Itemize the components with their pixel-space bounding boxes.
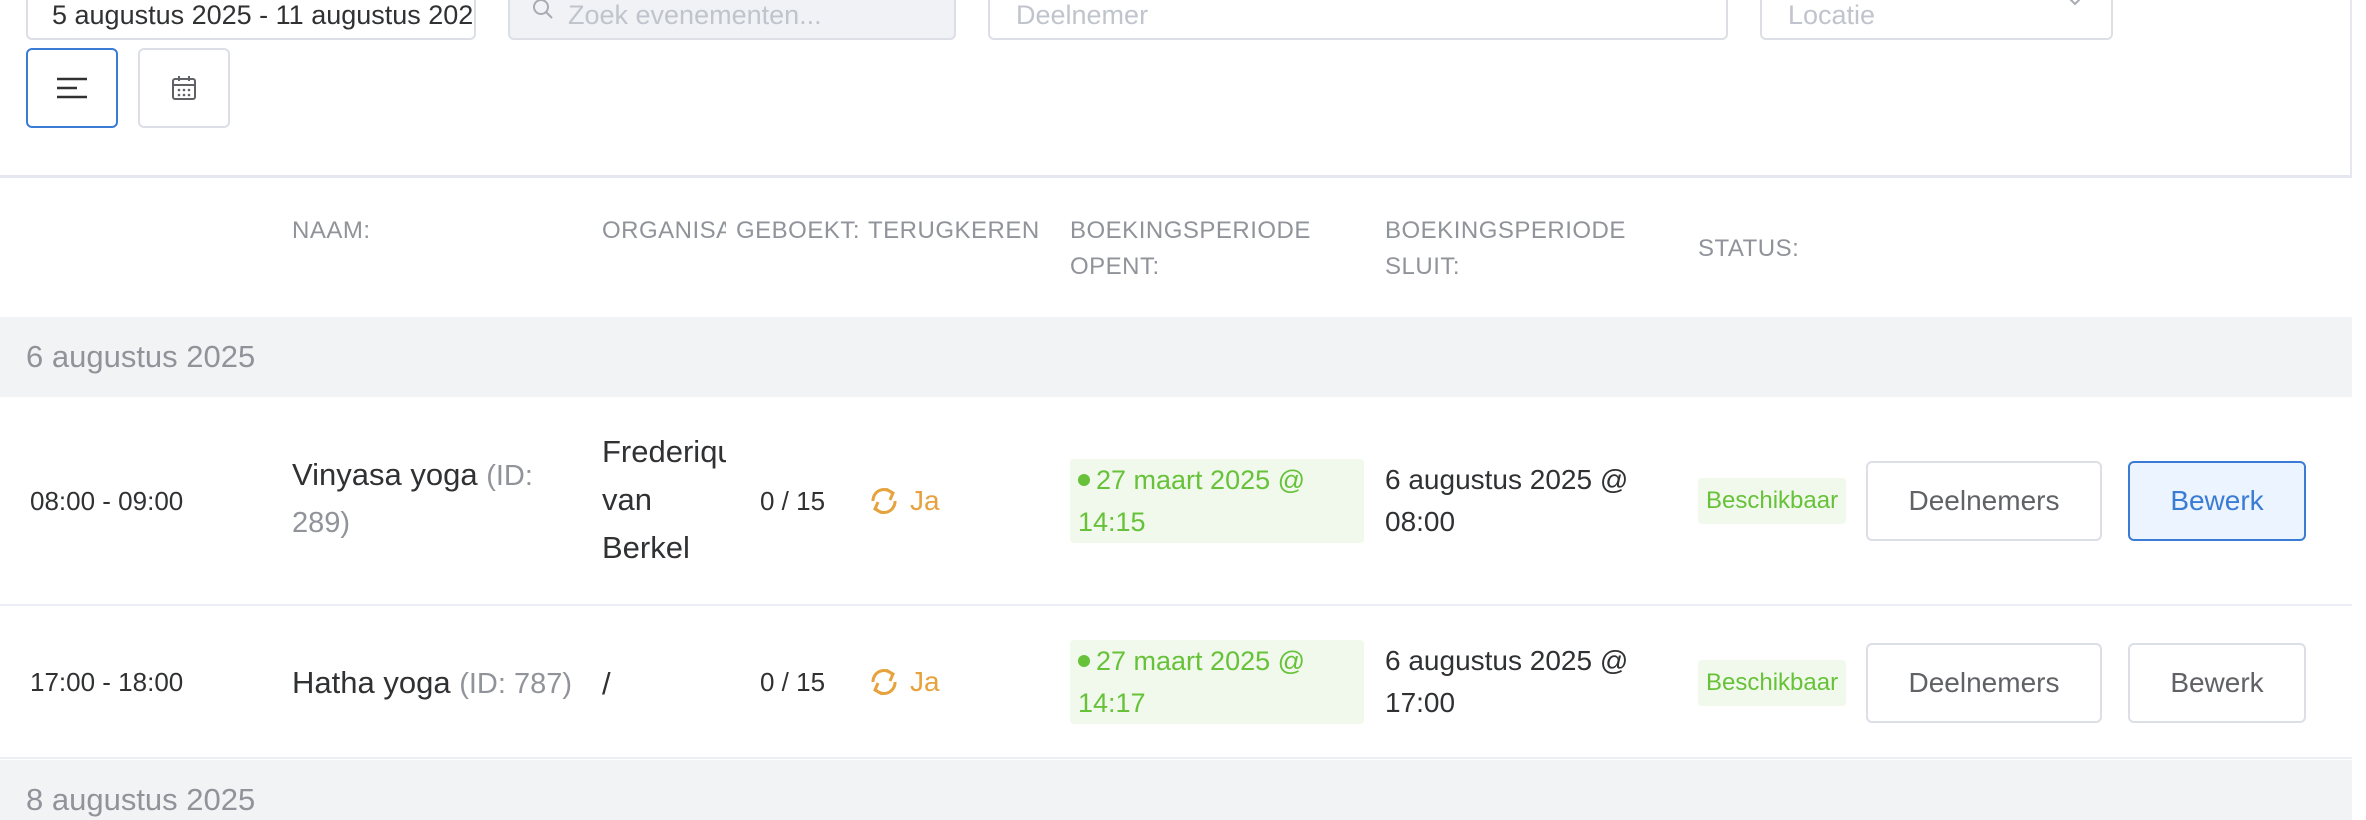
search-input[interactable]: Zoek evenementen... (508, 0, 956, 40)
calendar-view-icon (172, 76, 196, 100)
event-time: 08:00 - 09:00 (30, 486, 184, 516)
status-dot (1078, 473, 1090, 486)
column-name[interactable]: NAAM: (292, 213, 371, 249)
event-id: (ID: 787) (459, 668, 573, 700)
calendar-view-button[interactable] (138, 48, 230, 128)
date-range-picker[interactable]: 5 augustus 2025 - 11 augustus 2025 (26, 0, 476, 40)
edit-button[interactable]: Bewerk (2128, 461, 2306, 541)
event-organizer: / (602, 666, 611, 701)
column-booking-opens-line2: OPENT: (1070, 253, 1160, 280)
booking-opens-text: 27 maart 2025 @ 14:17 (1078, 646, 1306, 718)
event-name: Vinyasa yoga (292, 457, 478, 492)
search-icon (533, 0, 553, 19)
event-booked: 0 / 15 (760, 667, 826, 697)
booking-closes: 6 augustus 2025 @ 17:00 (1385, 645, 1629, 718)
location-placeholder: Locatie (1788, 0, 1876, 30)
column-booking-closes-line1: BOEKINGSPERIODE (1385, 217, 1626, 244)
status-dot (1078, 654, 1090, 667)
participants-button[interactable]: Deelnemers (1866, 643, 2102, 723)
column-recurring[interactable]: TERUGKEREND: (868, 213, 1038, 249)
list-view-button[interactable] (26, 48, 118, 128)
booking-opens-pill: 27 maart 2025 @ 14:17 (1070, 640, 1364, 724)
event-organizer: Frederique van Berkel (602, 434, 726, 565)
location-select[interactable]: Locatie (1760, 0, 2113, 40)
chevron-down-icon (2069, 0, 2081, 6)
event-recurring-label: Ja (910, 485, 940, 516)
column-booked[interactable]: GEBOEKT: (736, 213, 860, 249)
booking-opens-text: 27 maart 2025 @ 14:15 (1078, 465, 1306, 537)
search-placeholder: Zoek evenementen... (568, 0, 822, 30)
event-name-cell: Hatha yoga (ID: 787) (292, 660, 572, 707)
column-booking-closes-line2: SLUIT: (1385, 253, 1461, 280)
column-booking-opens-line1: BOEKINGSPERIODE (1070, 217, 1311, 244)
date-group-header: 8 augustus 2025 (0, 760, 2352, 820)
table-header: NAAM: ORGANISATOR: GEBOEKT: TERUGKEREND:… (0, 181, 2352, 317)
status-badge: Beschikbaar (1698, 660, 1847, 706)
event-name: Hatha yoga (292, 665, 451, 700)
filter-bar: 5 augustus 2025 - 11 augustus 2025 Zoek … (0, 0, 2352, 178)
event-time: 17:00 - 18:00 (30, 667, 184, 697)
column-booking-opens[interactable]: BOEKINGSPERIODE OPENT: (1070, 213, 1311, 285)
edit-button[interactable]: Bewerk (2128, 643, 2306, 723)
booking-opens-pill: 27 maart 2025 @ 14:15 (1070, 459, 1364, 543)
date-group-header: 6 augustus 2025 (0, 317, 2352, 397)
participants-button[interactable]: Deelnemers (1866, 461, 2102, 541)
event-recurring-label: Ja (910, 666, 940, 697)
column-status[interactable]: STATUS: (1698, 231, 1799, 267)
column-organizer[interactable]: ORGANISATOR: (602, 213, 726, 249)
event-booked: 0 / 15 (760, 486, 826, 516)
participant-select[interactable]: Deelnemer (988, 0, 1728, 40)
event-name-cell: Vinyasa yoga (ID: 289) (292, 452, 582, 546)
event-recurring: Ja (868, 480, 940, 522)
status-badge: Beschikbaar (1698, 478, 1847, 524)
column-booking-closes[interactable]: BOEKINGSPERIODE SLUIT: (1385, 213, 1626, 285)
booking-closes: 6 augustus 2025 @ 08:00 (1385, 464, 1629, 537)
event-recurring: Ja (868, 661, 940, 703)
table-row[interactable]: 08:00 - 09:00 Vinyasa yoga (ID: 289) Fre… (0, 397, 2352, 606)
list-view-icon (57, 77, 87, 99)
recurring-icon (871, 668, 897, 696)
table-row[interactable]: 17:00 - 18:00 Hatha yoga (ID: 787) / 0 /… (0, 606, 2352, 759)
recurring-icon (871, 487, 897, 515)
